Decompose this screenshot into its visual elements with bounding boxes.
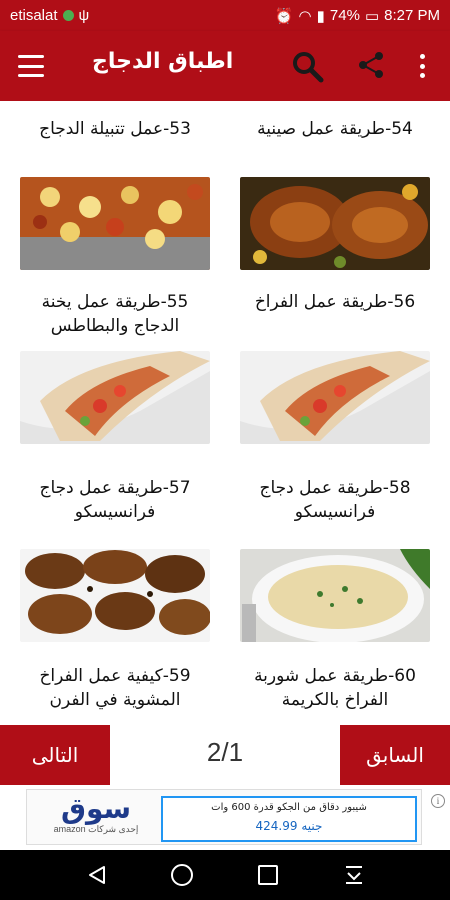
page-title: اطباق الدجاج xyxy=(92,49,234,74)
ad-info-icon[interactable]: i xyxy=(431,794,445,808)
status-bar: etisalat ψ ⏰ ◠ ▮ 74% ▭ 8:27 PM xyxy=(0,0,450,31)
pager: التالى 2/1 السابق xyxy=(0,725,450,785)
list-item[interactable]: 58-طريقة عمل دجاج فرانسيسكو xyxy=(240,351,430,524)
share-icon[interactable] xyxy=(356,50,386,80)
recipe-title: 58-طريقة عمل دجاج فرانسيسكو xyxy=(259,478,411,522)
carrier-label: etisalat xyxy=(10,7,58,24)
ad-offer-title: شيبور دقاق من الجكو قدرة 600 وات xyxy=(211,802,367,813)
list-item[interactable]: 56-طريقة عمل الفراخ xyxy=(240,177,430,314)
back-icon[interactable] xyxy=(86,864,108,886)
recipe-image-wrap xyxy=(240,351,430,444)
recipe-image-roast xyxy=(240,177,430,270)
usb-icon: ψ xyxy=(78,7,90,24)
more-vert-icon[interactable] xyxy=(412,51,432,81)
ad-content[interactable]: سوق amazon إحدى شركات شيبور دقاق من الجك… xyxy=(26,789,445,845)
list-item[interactable]: 60-طريقة عمل شوربة الفراخ بالكريمة xyxy=(240,549,430,712)
notification-pull-icon[interactable] xyxy=(342,863,366,887)
recipe-title: 53-عمل تتبيلة الدجاج xyxy=(39,119,191,139)
recipe-image-stew xyxy=(20,177,210,270)
previous-button[interactable]: السابق xyxy=(340,725,450,785)
ad-brand: سوق xyxy=(60,792,132,825)
menu-icon[interactable] xyxy=(16,53,46,79)
recipe-title: 54-طريقة عمل صينية xyxy=(257,119,413,139)
recipe-title: 57-طريقة عمل دجاج فرانسيسكو xyxy=(39,478,191,522)
status-right: ⏰ ◠ ▮ 74% ▭ 8:27 PM xyxy=(275,7,440,25)
search-icon[interactable] xyxy=(290,49,324,83)
clock: 8:27 PM xyxy=(384,7,440,24)
next-button[interactable]: التالى xyxy=(0,725,110,785)
page-indicator: 2/1 xyxy=(206,737,244,767)
recipe-image-soup xyxy=(240,549,430,642)
list-item[interactable]: 54-طريقة عمل صينية xyxy=(240,117,430,141)
ad-brand-sub: amazon إحدى شركات xyxy=(53,824,139,834)
recipe-list: 53-عمل تتبيلة الدجاج 54-طريقة عمل صينية … xyxy=(0,101,450,725)
recipe-title: 55-طريقة عمل يخنة الدجاج والبطاطس xyxy=(41,292,189,336)
home-icon[interactable] xyxy=(171,864,193,886)
recipe-image-grilled xyxy=(20,549,210,642)
list-item[interactable]: 59-كيفية عمل الفراخ المشوية في الفرن xyxy=(20,549,210,712)
list-item[interactable]: 55-طريقة عمل يخنة الدجاج والبطاطس xyxy=(20,177,210,338)
recent-apps-icon[interactable] xyxy=(258,865,278,885)
list-item[interactable]: 53-عمل تتبيلة الدجاج xyxy=(20,117,210,141)
status-left: etisalat ψ xyxy=(10,7,89,24)
ad-offer[interactable]: شيبور دقاق من الجكو قدرة 600 وات جنيه 42… xyxy=(161,796,417,842)
system-nav-bar xyxy=(0,850,450,900)
battery-icon: ▭ xyxy=(364,7,380,25)
ad-banner[interactable]: سوق amazon إحدى شركات شيبور دقاق من الجك… xyxy=(0,785,450,850)
recipe-title: 56-طريقة عمل الفراخ xyxy=(254,292,416,312)
recipe-image-wrap xyxy=(20,351,210,444)
recipe-title: 60-طريقة عمل شوربة الفراخ بالكريمة xyxy=(254,666,416,710)
alarm-icon: ⏰ xyxy=(274,7,294,25)
notification-dot-icon xyxy=(62,10,74,21)
ad-logo: سوق amazon إحدى شركات xyxy=(41,794,151,840)
recipe-title: 59-كيفية عمل الفراخ المشوية في الفرن xyxy=(39,666,191,710)
signal-icon: ▮ xyxy=(316,7,325,25)
battery-percent: 74% xyxy=(329,7,360,24)
app-bar: اطباق الدجاج xyxy=(0,31,450,101)
ad-offer-price: جنيه 424.99 xyxy=(255,819,323,833)
list-item[interactable]: 57-طريقة عمل دجاج فرانسيسكو xyxy=(20,351,210,524)
wifi-icon: ◠ xyxy=(298,7,312,25)
